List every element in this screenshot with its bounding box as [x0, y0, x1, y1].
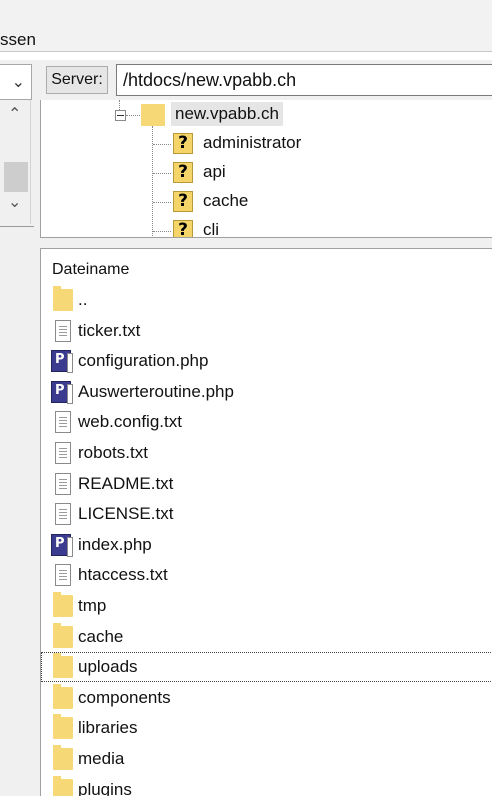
- php-badge: P: [55, 383, 65, 398]
- php-file-icon: P: [51, 534, 73, 557]
- file-name: uploads: [78, 657, 138, 676]
- server-path-input[interactable]: /htdocs/new.vpabb.ch: [116, 64, 492, 96]
- text-file-icon: [55, 411, 71, 433]
- column-header-label: Dateiname: [52, 261, 130, 278]
- file-row[interactable]: ..: [41, 285, 492, 315]
- menu-bar: ssen: [0, 0, 492, 52]
- folder-icon: [53, 684, 73, 709]
- folder-icon: [53, 653, 73, 678]
- file-name: ticker.txt: [78, 321, 141, 340]
- tree-item-root[interactable]: new.vpabb.ch: [171, 102, 283, 126]
- tree-line: [153, 173, 171, 174]
- scrollbar-thumb[interactable]: [4, 162, 28, 192]
- file-row[interactable]: htaccess.txt: [41, 560, 492, 590]
- unknown-folder-icon: ?: [173, 162, 193, 183]
- file-row[interactable]: P Auswerteroutine.php: [41, 377, 492, 407]
- chevron-down-icon[interactable]: ⌄: [12, 72, 25, 92]
- file-row[interactable]: README.txt: [41, 469, 492, 499]
- file-row[interactable]: robots.txt: [41, 438, 492, 468]
- file-name: plugins: [78, 780, 132, 796]
- tree-item-cli[interactable]: cli: [203, 220, 219, 237]
- remote-server-bar: Server: /htdocs/new.vpabb.ch: [40, 60, 492, 100]
- file-name: web.config.txt: [78, 412, 182, 431]
- remote-file-list: Dateiname .. ticker.txt Pconfiguration.php…: [40, 248, 492, 796]
- file-row[interactable]: cache: [41, 622, 492, 652]
- file-row[interactable]: tmp: [41, 591, 492, 621]
- local-pane-divider: [0, 226, 34, 227]
- php-file-icon: P: [51, 350, 73, 373]
- tree-line: [126, 115, 140, 116]
- php-file-icon: P: [51, 381, 73, 404]
- tree-line: [153, 231, 171, 232]
- menu-divider: [0, 51, 492, 52]
- folder-icon: [141, 104, 165, 126]
- file-name: configuration.php: [78, 351, 209, 370]
- file-name: components: [78, 688, 171, 707]
- tree-line: [153, 144, 171, 145]
- scroll-down-icon[interactable]: ⌄: [8, 192, 21, 212]
- file-name: libraries: [78, 718, 138, 737]
- horizontal-splitter[interactable]: [40, 238, 492, 248]
- folder-icon: [53, 714, 73, 739]
- file-name: index.php: [78, 535, 152, 554]
- server-label: Server:: [46, 66, 108, 94]
- remote-directory-tree: new.vpabb.ch ? administrator ? api ? cac…: [40, 100, 492, 238]
- file-name: tmp: [78, 596, 107, 615]
- folder-icon: [53, 745, 73, 770]
- text-file-icon: [55, 473, 71, 495]
- file-row[interactable]: LICENSE.txt: [41, 499, 492, 529]
- unknown-folder-icon: ?: [173, 220, 193, 237]
- menu-item-fragment[interactable]: ssen: [0, 30, 36, 50]
- unknown-folder-icon: ?: [173, 191, 193, 212]
- file-name: htaccess.txt: [78, 565, 168, 584]
- folder-icon: [53, 776, 73, 796]
- file-name: robots.txt: [78, 443, 148, 462]
- file-row[interactable]: media: [41, 744, 492, 774]
- file-name: media: [78, 749, 125, 768]
- tree-line: [119, 100, 120, 110]
- file-name: cache: [78, 627, 124, 646]
- file-name: Auswerteroutine.php: [78, 382, 234, 401]
- folder-icon: [53, 592, 73, 617]
- file-row[interactable]: plugins: [41, 775, 492, 796]
- unknown-folder-icon: ?: [173, 133, 193, 154]
- column-header-filename[interactable]: Dateiname: [41, 249, 492, 289]
- text-file-icon: [55, 564, 71, 586]
- file-row[interactable]: ticker.txt: [41, 316, 492, 346]
- file-name: README.txt: [78, 474, 174, 493]
- file-row[interactable]: web.config.txt: [41, 407, 492, 437]
- collapse-icon[interactable]: [115, 110, 126, 121]
- tree-item-api[interactable]: api: [203, 162, 226, 182]
- file-row[interactable]: components: [41, 683, 492, 713]
- text-file-icon: [55, 320, 71, 342]
- folder-icon: [53, 286, 73, 311]
- local-path-combo[interactable]: ⌄: [0, 64, 32, 100]
- tree-item-cache[interactable]: cache: [203, 191, 248, 211]
- text-file-icon: [55, 442, 71, 464]
- php-badge: P: [55, 352, 65, 367]
- file-row[interactable]: Pconfiguration.php: [41, 346, 492, 376]
- tree-line: [152, 126, 153, 237]
- tree-line: [153, 202, 171, 203]
- php-badge: P: [55, 536, 65, 551]
- file-name: ..: [78, 290, 88, 309]
- file-name: LICENSE.txt: [78, 504, 174, 523]
- tree-item-administrator[interactable]: administrator: [203, 133, 301, 153]
- scroll-up-icon[interactable]: ⌃: [8, 104, 21, 124]
- file-row[interactable]: uploads: [41, 652, 492, 682]
- local-tree-scrollbar[interactable]: ⌃ ⌄: [0, 100, 31, 224]
- text-file-icon: [55, 503, 71, 525]
- file-row[interactable]: Pindex.php: [41, 530, 492, 560]
- folder-icon: [53, 623, 73, 648]
- file-row[interactable]: libraries: [41, 713, 492, 743]
